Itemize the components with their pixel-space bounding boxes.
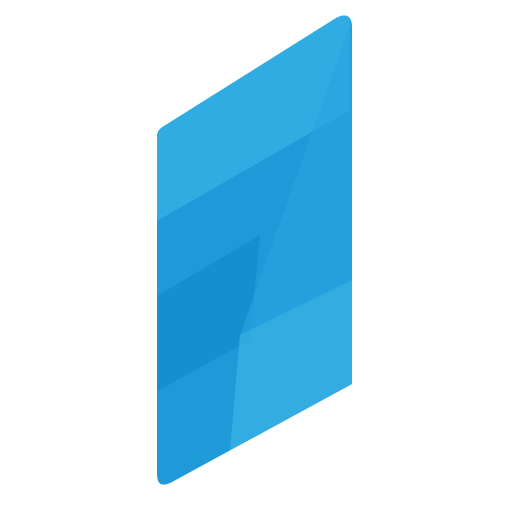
isometric-blue-panel-icon <box>157 15 352 485</box>
app-icon-canvas <box>0 0 512 512</box>
